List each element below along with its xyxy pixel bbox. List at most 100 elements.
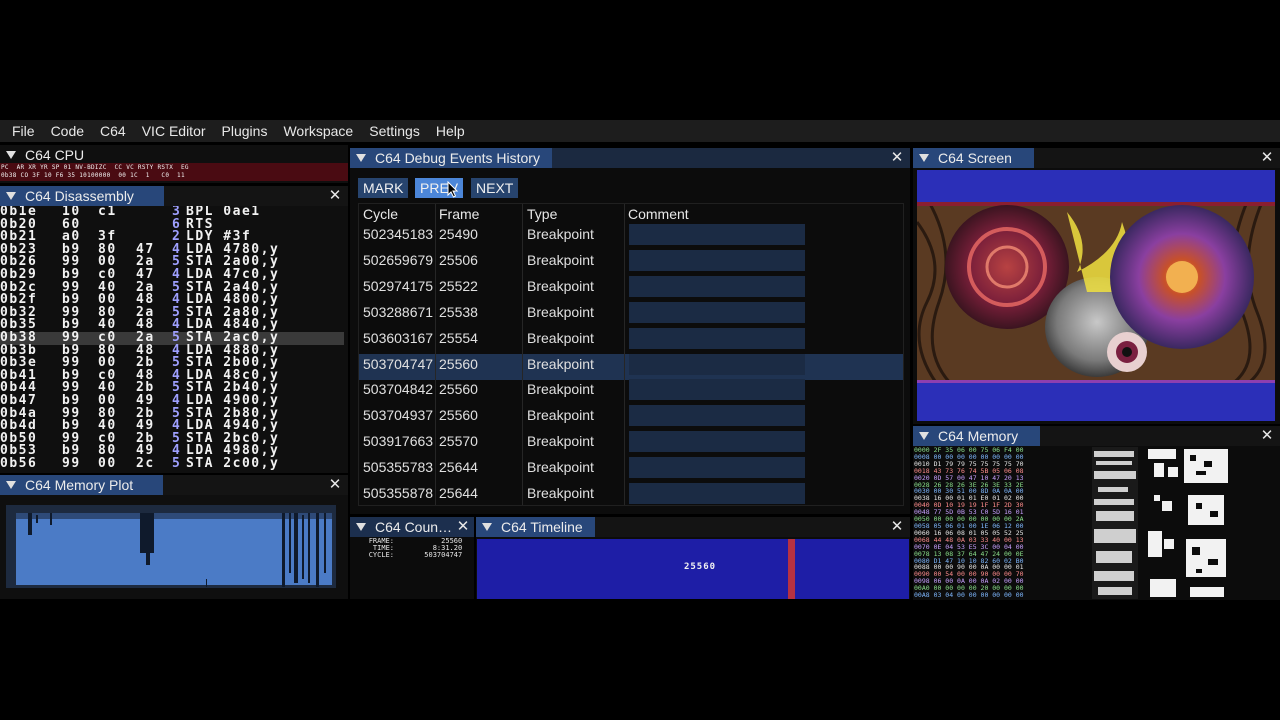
next-button[interactable]: NEXT	[471, 178, 519, 198]
type-cell: Breakpoint	[527, 381, 594, 398]
cpu-tab[interactable]: C64 CPU	[0, 145, 95, 165]
collapse-triangle-icon[interactable]	[6, 151, 16, 159]
memory-char-graphic	[1092, 447, 1228, 599]
frame-cell: 25560	[439, 407, 478, 424]
cpu-titlebar: C64 CPU	[0, 145, 348, 165]
disassembly-tab[interactable]: C64 Disassembly	[0, 186, 164, 206]
disassembly-title: C64 Disassembly	[25, 188, 134, 204]
counter-titlebar: C64 Coun… ✕	[350, 517, 474, 537]
disassembly-listing[interactable]: 0b1e 10 c1 3 BPL 0ae1 0b20 60 6 RTS 0b21 a0 3f 2 LDY …	[0, 206, 344, 472]
mouse-cursor-icon	[447, 181, 458, 198]
comment-input[interactable]	[629, 457, 805, 479]
collapse-triangle-icon[interactable]	[6, 192, 16, 200]
disassembly-titlebar: C64 Disassembly ✕	[0, 186, 348, 206]
close-icon[interactable]: ✕	[328, 186, 342, 206]
table-row[interactable]: 505355878 25644 Breakpoint	[359, 483, 903, 509]
memory-hex-dump[interactable]: 0000 2F 35 06 00 75 06 F4 00 0008 00 00 0…	[914, 447, 1090, 599]
close-icon[interactable]: ✕	[456, 517, 470, 537]
counter-readout: FRAME: 25560 TIME: 8:31.20 CYCLE: 50370474…	[350, 538, 474, 559]
cpu-regs-header: PC AR XR YR SP 01 NV-BDIZC CC VC RSTY RS…	[1, 164, 189, 171]
disassembly-b1: 99	[62, 455, 81, 471]
debug-events-title: C64 Debug Events History	[375, 150, 540, 166]
table-row[interactable]: 503704747 25560 Breakpoint	[359, 353, 903, 380]
column-divider	[624, 204, 625, 505]
frame-cell: 25644	[439, 485, 478, 501]
comment-input[interactable]	[629, 483, 805, 504]
table-row[interactable]: 503704842 25560 Breakpoint	[359, 379, 903, 405]
comment-input[interactable]	[629, 379, 805, 401]
menu-plugins[interactable]: Plugins	[214, 120, 276, 142]
screen-picture	[917, 202, 1275, 384]
screen-tab[interactable]: C64 Screen	[913, 148, 1034, 168]
table-row[interactable]: 503704937 25560 Breakpoint	[359, 405, 903, 431]
close-icon[interactable]: ✕	[890, 517, 904, 537]
frame-cell: 25538	[439, 303, 478, 320]
menu-code[interactable]: Code	[43, 120, 92, 142]
comment-input[interactable]	[629, 249, 805, 271]
comment-input[interactable]	[629, 224, 805, 245]
collapse-triangle-icon[interactable]	[482, 523, 492, 531]
cpu-regs-values: 0b38 CO 3F 10 F6 35 10100000 00 1C 1 C0 …	[1, 172, 185, 179]
collapse-triangle-icon[interactable]	[919, 154, 929, 162]
memory-plot-title: C64 Memory Plot	[25, 477, 134, 493]
disassembly-b2: c1	[98, 206, 117, 219]
debug-events-tab[interactable]: C64 Debug Events History	[350, 148, 552, 168]
disassembly-line[interactable]: 0b56 99 00 2c 5 STA 2c00,y	[0, 455, 344, 471]
frame-cell: 25506	[439, 251, 478, 268]
table-row[interactable]: 502974175 25522 Breakpoint	[359, 275, 903, 302]
comment-input[interactable]	[629, 353, 805, 375]
column-header-frame[interactable]: Frame	[439, 204, 479, 224]
frame-cell: 25560	[439, 355, 478, 372]
table-row[interactable]: 502345183 25490 Breakpoint	[359, 224, 903, 250]
timeline-position-marker[interactable]	[788, 539, 795, 599]
column-header-comment[interactable]: Comment	[628, 204, 689, 224]
table-row[interactable]: 502659679 25506 Breakpoint	[359, 249, 903, 276]
close-icon[interactable]: ✕	[1260, 148, 1274, 168]
screen-border-bottom	[917, 383, 1275, 421]
collapse-triangle-icon[interactable]	[356, 154, 366, 162]
comment-input[interactable]	[629, 431, 805, 453]
comment-input[interactable]	[629, 327, 805, 349]
table-row[interactable]: 503288671 25538 Breakpoint	[359, 301, 903, 328]
menu-help[interactable]: Help	[428, 120, 473, 142]
memory-tab[interactable]: C64 Memory	[913, 426, 1041, 446]
menu-settings[interactable]: Settings	[361, 120, 428, 142]
menu-vic-editor[interactable]: VIC Editor	[134, 120, 214, 142]
close-icon[interactable]: ✕	[890, 148, 904, 168]
mark-button[interactable]: MARK	[358, 178, 409, 198]
comment-input[interactable]	[629, 405, 805, 427]
disassembly-asm: STA 2c00,y	[186, 455, 280, 471]
cycle-cell: 505355878	[363, 485, 434, 501]
frame-cell: 25554	[439, 329, 478, 346]
frame-cell: 25522	[439, 277, 478, 294]
type-cell: Breakpoint	[527, 407, 594, 424]
column-header-type[interactable]: Type	[527, 204, 557, 224]
memory-plot-canvas[interactable]	[6, 505, 336, 588]
close-icon[interactable]: ✕	[1260, 426, 1274, 446]
cpu-title: C64 CPU	[25, 147, 85, 163]
menu-bar: File Code C64 VIC Editor Plugins Workspace Set…	[0, 120, 1280, 142]
column-header-cycle[interactable]: Cycle	[363, 204, 398, 224]
menu-file[interactable]: File	[4, 120, 43, 142]
comment-input[interactable]	[629, 275, 805, 297]
timeline-titlebar: C64 Timeline ✕	[476, 517, 910, 537]
frame-cell: 25644	[439, 459, 478, 476]
memory-plot-tab[interactable]: C64 Memory Plot	[0, 475, 164, 495]
collapse-triangle-icon[interactable]	[356, 523, 366, 531]
disassembly-b2: 00	[98, 455, 117, 471]
type-cell: Breakpoint	[527, 485, 594, 501]
table-row[interactable]: 505355783 25644 Breakpoint	[359, 457, 903, 483]
comment-input[interactable]	[629, 301, 805, 323]
menu-c64[interactable]: C64	[92, 120, 134, 142]
collapse-triangle-icon[interactable]	[6, 481, 16, 489]
close-icon[interactable]: ✕	[328, 475, 342, 495]
timeline-tab[interactable]: C64 Timeline	[476, 517, 595, 537]
screen-artwork	[917, 202, 1275, 384]
table-row[interactable]: 503603167 25554 Breakpoint	[359, 327, 903, 354]
timeline-frame-label: 25560	[683, 562, 717, 572]
collapse-triangle-icon[interactable]	[919, 432, 929, 440]
memory-title: C64 Memory	[938, 428, 1019, 444]
cycle-value: 503704747	[424, 551, 463, 559]
menu-workspace[interactable]: Workspace	[275, 120, 361, 142]
table-row[interactable]: 503917663 25570 Breakpoint	[359, 431, 903, 457]
